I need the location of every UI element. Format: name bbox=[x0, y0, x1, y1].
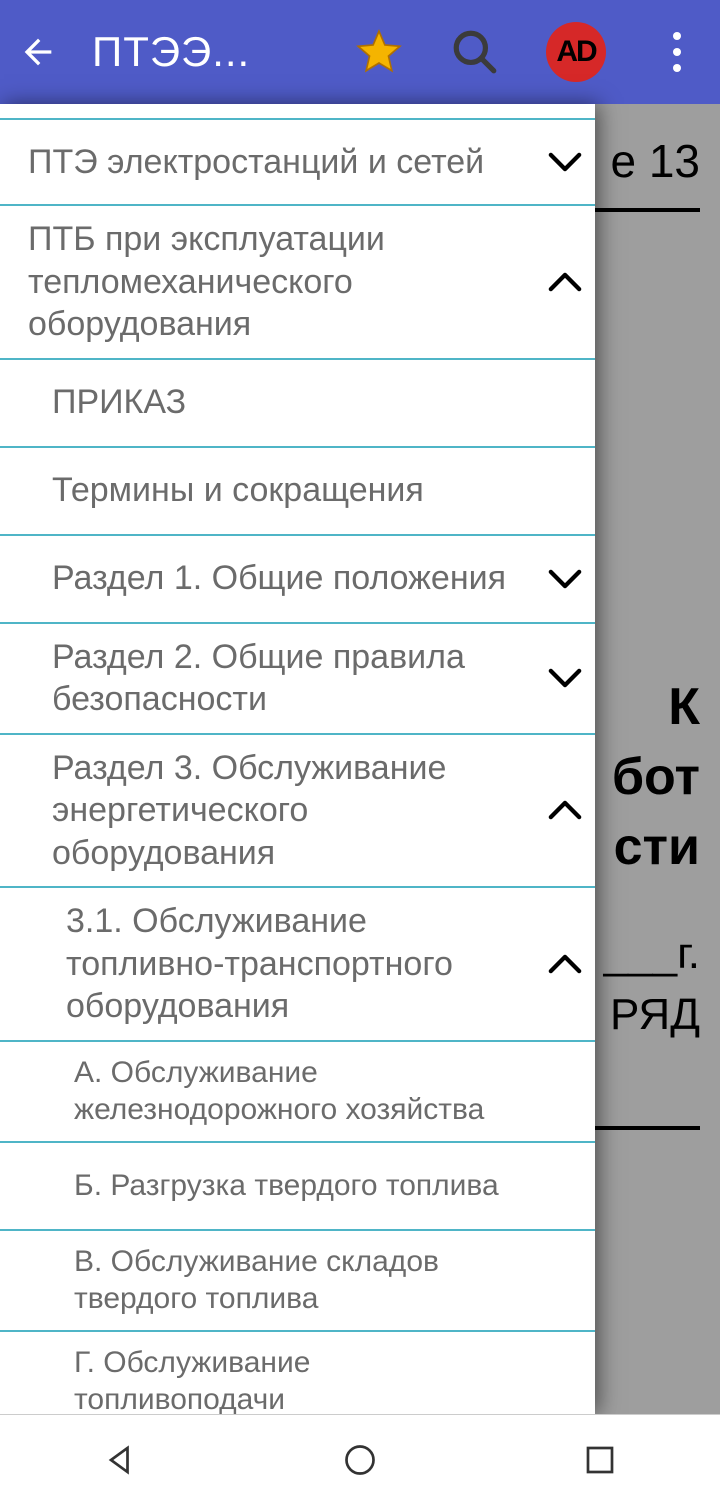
chevron-down-icon bbox=[535, 568, 595, 590]
chevron-down-icon bbox=[535, 151, 595, 173]
back-button[interactable] bbox=[18, 32, 58, 72]
drawer-item-label: Б. Разгрузка твердого топлива bbox=[66, 1155, 535, 1217]
drawer-item-label: ПТЭ электростанций и сетей bbox=[20, 129, 535, 196]
content-area: е 13 К бот сти ___г. РЯД ПТЭ электростан… bbox=[0, 104, 720, 1414]
drawer-item-label: Термины и сокращения bbox=[44, 457, 535, 524]
drawer-item[interactable]: Термины и сокращения bbox=[0, 448, 595, 536]
drawer-item-label: Раздел 3. Обслуживание энергетического о… bbox=[44, 735, 535, 887]
drawer-item-label: ПРИКАЗ bbox=[44, 369, 535, 436]
nav-recent-button[interactable] bbox=[575, 1435, 625, 1485]
drawer-item[interactable]: Раздел 3. Обслуживание энергетического о… bbox=[0, 735, 595, 889]
drawer-item[interactable]: Раздел 2. Общие правила безопасности bbox=[0, 624, 595, 735]
drawer-item[interactable]: 3.1. Обслуживание топливно-транспортного… bbox=[0, 888, 595, 1042]
arrow-left-icon bbox=[18, 32, 58, 72]
app-bar: ПТЭЭ... AD bbox=[0, 0, 720, 104]
square-recent-icon bbox=[582, 1442, 618, 1478]
circle-home-icon bbox=[342, 1442, 378, 1478]
chevron-down-icon bbox=[535, 667, 595, 689]
drawer-item[interactable]: ПТБ при эксплуатации тепломеханического … bbox=[0, 206, 595, 360]
drawer-item[interactable]: ПРИКАЗ bbox=[0, 360, 595, 448]
search-button[interactable] bbox=[450, 27, 500, 77]
drawer-item-label: ПТБ при эксплуатации тепломеханического … bbox=[20, 206, 535, 358]
drawer-item-label: В. Обслуживание складов твердого топлива bbox=[66, 1231, 535, 1330]
drawer-item[interactable]: А. Обслуживание железнодорожного хозяйст… bbox=[0, 1042, 595, 1143]
drawer-item[interactable]: В. Обслуживание складов твердого топлива bbox=[0, 1231, 595, 1332]
dots-vertical-icon bbox=[673, 32, 681, 72]
action-bar: AD bbox=[354, 22, 702, 82]
navigation-drawer[interactable]: ПТЭ электростанций и сетей ПТБ при эксплу… bbox=[0, 104, 595, 1414]
overflow-menu-button[interactable] bbox=[652, 27, 702, 77]
chevron-up-icon bbox=[535, 271, 595, 293]
drawer-item[interactable]: ПТЭ электростанций и сетей bbox=[0, 118, 595, 206]
star-icon bbox=[354, 26, 404, 78]
app-title: ПТЭЭ... bbox=[92, 28, 252, 76]
chevron-up-icon bbox=[535, 799, 595, 821]
ad-badge[interactable]: AD bbox=[546, 22, 606, 82]
nav-home-button[interactable] bbox=[335, 1435, 385, 1485]
drawer-item-label: Раздел 1. Общие положения bbox=[44, 545, 535, 612]
drawer-item[interactable]: Г. Обслуживание топливоподачи bbox=[0, 1332, 595, 1415]
drawer-item-label: Раздел 2. Общие правила безопасности bbox=[44, 624, 535, 733]
drawer-item[interactable]: Б. Разгрузка твердого топлива bbox=[0, 1143, 595, 1231]
drawer-item[interactable]: Раздел 1. Общие положения bbox=[0, 536, 595, 624]
triangle-back-icon bbox=[102, 1442, 138, 1478]
chevron-up-icon bbox=[535, 953, 595, 975]
search-icon bbox=[450, 27, 500, 77]
nav-back-button[interactable] bbox=[95, 1435, 145, 1485]
drawer-item-label: 3.1. Обслуживание топливно-транспортного… bbox=[58, 888, 535, 1040]
favorite-button[interactable] bbox=[354, 27, 404, 77]
drawer-item-label: Г. Обслуживание топливоподачи bbox=[66, 1332, 535, 1415]
drawer-item-label: А. Обслуживание железнодорожного хозяйст… bbox=[66, 1042, 535, 1141]
system-nav-bar bbox=[0, 1414, 720, 1505]
